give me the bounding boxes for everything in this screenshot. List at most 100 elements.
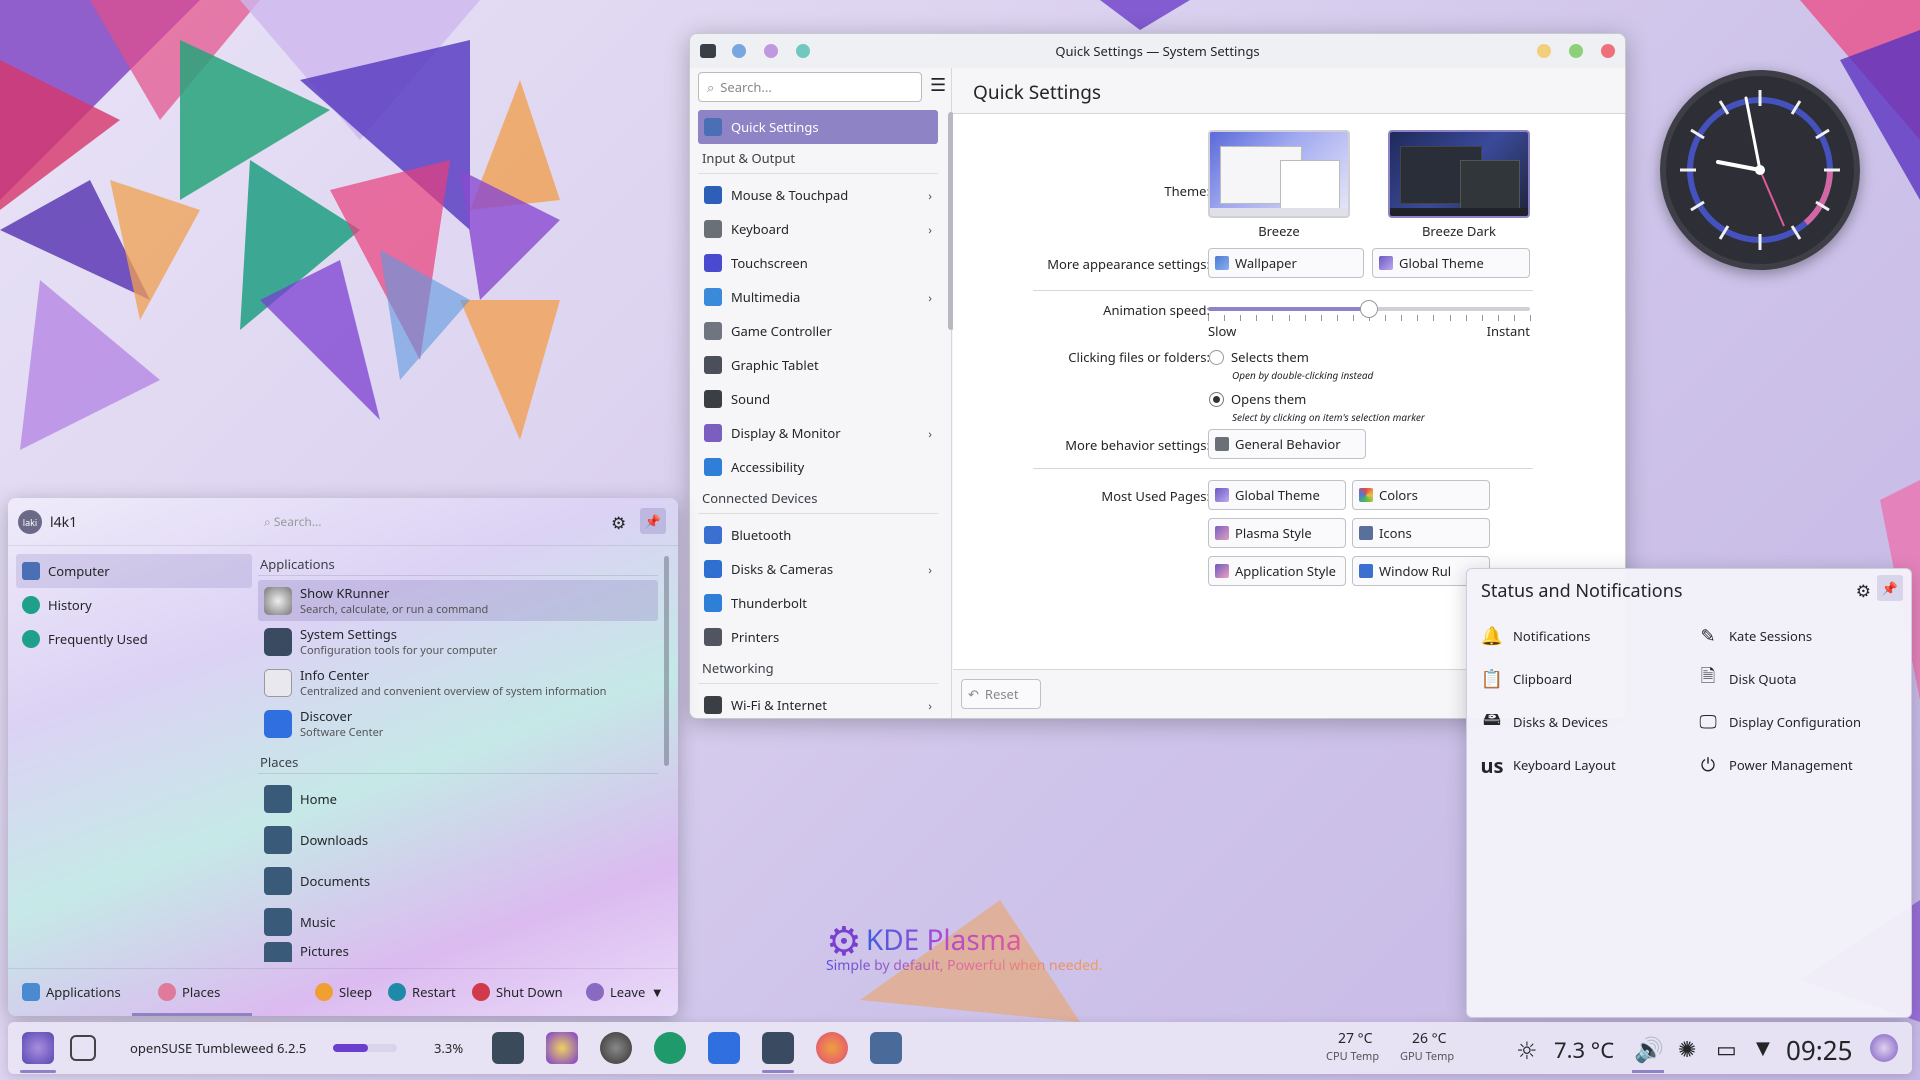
overview-icon[interactable] (70, 1035, 96, 1061)
app-discover[interactable]: Discover Software Center (258, 703, 658, 744)
theme-breeze-thumb[interactable] (1208, 130, 1350, 218)
nav-section-header: Input & Output (698, 144, 938, 174)
nav-item-accessibility[interactable]: Accessibility (698, 450, 938, 484)
nav-item-bluetooth[interactable]: Bluetooth (698, 518, 938, 552)
status-item-clipboard[interactable]: 📋 Clipboard (1481, 667, 1572, 691)
place-downloads[interactable]: Downloads (258, 819, 658, 860)
nav-item-display-monitor[interactable]: Display & Monitor › (698, 416, 938, 450)
general-behavior-button[interactable]: General Behavior (1208, 429, 1366, 459)
pin-icon[interactable]: 📌 (1877, 575, 1903, 601)
radio-checked[interactable] (1209, 391, 1224, 407)
theme-breeze-dark-thumb[interactable] (1388, 130, 1530, 218)
system-monitor-icon[interactable] (492, 1032, 524, 1064)
user-switcher-icon[interactable] (1870, 1034, 1898, 1062)
nav-item-sound[interactable]: Sound (698, 382, 938, 416)
leave-button[interactable]: Leave ▼ (586, 983, 661, 1001)
most-used-plasma-style[interactable]: Plasma Style (1208, 518, 1346, 548)
status-item-notifications[interactable]: 🔔 Notifications (1481, 624, 1591, 648)
app-show-krunner[interactable]: Show KRunner Search, calculate, or run a … (258, 580, 658, 621)
configure-gear-icon[interactable]: ⚙ (611, 511, 626, 534)
nav-item-graphic-tablet[interactable]: Graphic Tablet (698, 348, 938, 382)
status-item-disk-quota[interactable]: 🗎 Disk Quota (1697, 664, 1797, 690)
nav-item-touchscreen[interactable]: Touchscreen (698, 246, 938, 280)
global-theme-button[interactable]: Global Theme (1372, 248, 1530, 278)
search-input[interactable]: ⌕ Search... (698, 72, 922, 102)
wallpaper-button[interactable]: Wallpaper (1208, 248, 1364, 278)
app-system-settings[interactable]: System Settings Configuration tools for y… (258, 621, 658, 662)
chevron-down-icon[interactable]: ▼ (1756, 1036, 1770, 1060)
nav-item-keyboard[interactable]: Keyboard › (698, 212, 938, 246)
pin-icon[interactable]: 📌 (640, 508, 666, 534)
animation-slider-handle[interactable] (1360, 300, 1378, 318)
close-button[interactable] (1601, 44, 1615, 58)
nav-item-thunderbolt[interactable]: Thunderbolt (698, 586, 938, 620)
status-item-power-management[interactable]: ⏻ Power Management (1697, 753, 1853, 777)
launcher-button-icon[interactable] (22, 1032, 54, 1064)
nav-item-disks-cameras[interactable]: Disks & Cameras › (698, 552, 938, 586)
keep-above-button[interactable] (796, 44, 810, 58)
tab-places[interactable]: Places (158, 983, 220, 1001)
status-item-keyboard-layout[interactable]: us Keyboard Layout (1480, 752, 1615, 779)
sidebar-item-history[interactable]: History (16, 588, 252, 622)
gimp-icon[interactable] (546, 1032, 578, 1064)
avatar[interactable]: laki (18, 510, 42, 534)
most-used-global-theme[interactable]: Global Theme (1208, 480, 1346, 510)
opens-them-radio[interactable]: Opens them (1209, 390, 1306, 408)
nav-item-wi-fi-internet[interactable]: Wi-Fi & Internet › (698, 688, 938, 718)
display-icon[interactable]: ▭ (1716, 1034, 1737, 1064)
volume-icon[interactable]: 🔊 (1634, 1033, 1664, 1066)
pin-button[interactable] (732, 44, 746, 58)
place-music[interactable]: Music (258, 901, 658, 942)
firefox-icon[interactable] (816, 1032, 848, 1064)
weather-icon[interactable]: ☼ (1516, 1034, 1538, 1067)
most-used-icons[interactable]: Icons (1352, 518, 1490, 548)
chevron-right-icon: › (928, 424, 932, 442)
hamburger-menu-icon[interactable]: ☰ (930, 73, 946, 97)
clock-time[interactable]: 09:25 (1786, 1032, 1852, 1068)
nav-item-game-controller[interactable]: Game Controller (698, 314, 938, 348)
place-pictures[interactable]: Pictures (258, 942, 658, 962)
status-item-display-configuration[interactable]: 🖵 Display Configuration (1697, 710, 1861, 734)
most-used-application-style[interactable]: Application Style (1208, 556, 1346, 586)
titlebar[interactable]: Quick Settings — System Settings (690, 34, 1625, 68)
radio-unchecked[interactable] (1209, 349, 1224, 365)
status-item-disks-devices[interactable]: 🖴 Disks & Devices (1481, 707, 1608, 733)
tab-applications[interactable]: Applications (22, 983, 121, 1001)
selects-them-radio[interactable]: Selects them (1209, 348, 1309, 366)
inkscape-icon[interactable] (600, 1032, 632, 1064)
launcher-scrollbar[interactable] (664, 556, 669, 766)
minimize-button[interactable] (1537, 44, 1551, 58)
global-theme-icon (1215, 488, 1229, 502)
system-settings-icon[interactable] (762, 1032, 794, 1064)
shade-button[interactable] (764, 44, 778, 58)
discover-icon[interactable] (708, 1032, 740, 1064)
brightness-icon[interactable]: ✺ (1678, 1034, 1696, 1064)
sidebar-item-computer[interactable]: Computer (16, 554, 252, 588)
place-documents[interactable]: Documents (258, 860, 658, 901)
most-used-colors[interactable]: Colors (1352, 480, 1490, 510)
music-folder-icon (264, 907, 292, 936)
sidebar-item-frequently-used[interactable]: Frequently Used (16, 622, 252, 656)
cpu-temp-label: CPU Temp (1326, 1049, 1380, 1064)
shutdown-button[interactable]: Shut Down (472, 983, 563, 1001)
weather-temp[interactable]: 7.3 °C (1554, 1035, 1614, 1065)
colors-icon (1359, 488, 1373, 502)
reset-button-label: Reset (984, 685, 1019, 703)
nav-item-printers[interactable]: Printers (698, 620, 938, 654)
configure-gear-icon[interactable]: ⚙ (1856, 579, 1871, 602)
status-item-kate-sessions[interactable]: ✎ Kate Sessions (1697, 624, 1812, 648)
launcher-search-input[interactable]: ⌕ Search... (264, 513, 321, 530)
restart-button[interactable]: Restart (388, 983, 456, 1001)
mastodon-icon[interactable] (654, 1032, 686, 1064)
app-info-center[interactable]: Info Center Centralized and convenient ov… (258, 662, 658, 703)
nav-item-quick-settings[interactable]: Quick Settings (698, 110, 938, 144)
animation-slider[interactable] (1208, 297, 1531, 325)
maximize-button[interactable] (1569, 44, 1583, 58)
place-home[interactable]: Home (258, 778, 658, 819)
dolphin-icon[interactable] (870, 1032, 902, 1064)
nav-item-multimedia[interactable]: Multimedia › (698, 280, 938, 314)
nav-item-mouse-touchpad[interactable]: Mouse & Touchpad › (698, 178, 938, 212)
reset-button[interactable]: ↶ Reset (961, 679, 1041, 709)
sleep-button[interactable]: Sleep (315, 983, 372, 1001)
app-menu-icon[interactable] (700, 44, 716, 58)
